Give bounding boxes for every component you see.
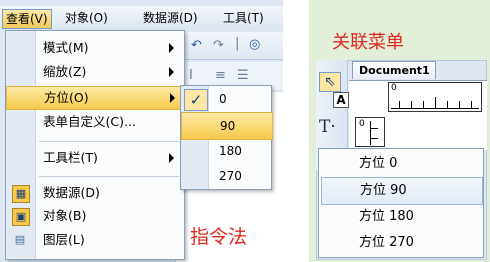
- menu-item-layer[interactable]: ▤ 图层(L): [6, 229, 184, 251]
- menu-item-zoom[interactable]: 缩放(Z): [6, 61, 184, 83]
- menu-item-orientation[interactable]: 方位(O): [6, 86, 186, 110]
- layer-icon: ▤: [14, 233, 26, 246]
- context-menu: 方位 0 方位 90 方位 180 方位 270: [318, 148, 484, 258]
- menu-item-datasource[interactable]: ▦ 数据源(D): [6, 182, 184, 204]
- command-method-caption: 指令法: [190, 226, 248, 248]
- context-item-label: 方位 180: [359, 209, 414, 224]
- submenu-arrow-icon: [169, 67, 174, 77]
- undo-icon[interactable]: ↶: [191, 38, 202, 53]
- submenu-item-90[interactable]: 90: [181, 112, 273, 140]
- align-icon[interactable]: ≡: [215, 68, 226, 83]
- help-icon[interactable]: ◎: [249, 37, 260, 52]
- submenu-item-label: 180: [219, 144, 242, 158]
- panel-divider: [283, 0, 309, 262]
- ruler-tick: [370, 138, 378, 139]
- redo-icon[interactable]: ↷: [213, 38, 224, 53]
- menu-item-label: 工具栏(T): [43, 150, 98, 165]
- menu-item-toolbar[interactable]: 工具栏(T): [6, 147, 184, 169]
- menu-item-object[interactable]: ▣ 对象(B): [6, 205, 184, 227]
- menu-item-mode[interactable]: 模式(M): [6, 37, 184, 59]
- context-item-orientation-0[interactable]: 方位 0: [321, 151, 481, 177]
- horizontal-ruler: 0: [388, 82, 482, 112]
- ruler-tick: [370, 128, 378, 129]
- ruler-baseline: [391, 108, 479, 109]
- list-icon[interactable]: ☰: [237, 68, 249, 83]
- submenu-arrow-icon: [169, 153, 174, 163]
- context-item-label: 方位 270: [359, 235, 414, 250]
- menu-item-label: 方位(O): [44, 90, 89, 105]
- pointer-tool-icon[interactable]: ⇖: [319, 72, 341, 92]
- menu-item-label: 表单自定义(C)...: [43, 114, 136, 129]
- context-menu-caption: 关联菜单: [332, 32, 404, 53]
- menu-separator: [39, 141, 179, 142]
- ruler-baseline: [370, 121, 371, 145]
- context-item-label: 方位 90: [360, 183, 407, 198]
- checkmark-icon: ✓: [184, 89, 208, 111]
- text-tool-icon[interactable]: A: [333, 92, 349, 108]
- submenu-arrow-icon: [170, 93, 175, 103]
- menu-object[interactable]: 对象(O): [62, 9, 111, 27]
- ruler-zero-label: 0: [391, 83, 397, 93]
- datasource-icon: ▦: [12, 185, 30, 203]
- submenu-item-0[interactable]: ✓ 0: [181, 86, 271, 112]
- view-dropdown-menu: 模式(M) 缩放(Z) 方位(O) 表单自定义(C)... 工具栏(T) ▦ 数…: [5, 30, 186, 260]
- vertical-ruler: 0: [355, 117, 385, 147]
- menu-item-label: 对象(B): [43, 208, 87, 223]
- menu-separator: [39, 176, 179, 177]
- text-t-tool-icon[interactable]: T·: [319, 117, 336, 137]
- submenu-arrow-icon: [169, 43, 174, 53]
- menu-view[interactable]: 查看(V): [2, 9, 52, 29]
- document-tab[interactable]: Document1: [352, 61, 436, 79]
- toolbar: ↶ ↷ | ◎: [175, 32, 283, 60]
- toolbar-separator: |: [235, 36, 240, 51]
- submenu-item-label: 0: [219, 92, 227, 106]
- menu-item-label: 模式(M): [43, 40, 89, 55]
- ruler-zero-label: 0: [359, 119, 365, 129]
- menu-tools[interactable]: 工具(T): [220, 9, 267, 27]
- context-item-label: 方位 0: [359, 156, 398, 171]
- submenu-item-270[interactable]: 270: [181, 163, 271, 189]
- text-cursor-icon[interactable]: I: [189, 68, 193, 83]
- context-item-orientation-270[interactable]: 方位 270: [321, 230, 481, 256]
- menu-item-label: 图层(L): [43, 232, 85, 247]
- context-item-orientation-90[interactable]: 方位 90: [321, 177, 483, 205]
- menu-item-form-customize[interactable]: 表单自定义(C)...: [6, 111, 184, 133]
- submenu-item-180[interactable]: 180: [181, 138, 271, 164]
- menu-datasource[interactable]: 数据源(D): [140, 9, 201, 27]
- menu-item-label: 缩放(Z): [43, 64, 87, 79]
- orientation-submenu: ✓ 0 90 180 270: [180, 85, 273, 190]
- menu-item-label: 数据源(D): [43, 185, 100, 200]
- menu-bar: 查看(V) 对象(O) 数据源(D) 工具(T): [0, 6, 283, 30]
- context-item-orientation-180[interactable]: 方位 180: [321, 204, 481, 230]
- submenu-item-label: 90: [220, 119, 236, 133]
- submenu-item-label: 270: [219, 169, 242, 183]
- object-icon: ▣: [12, 208, 30, 226]
